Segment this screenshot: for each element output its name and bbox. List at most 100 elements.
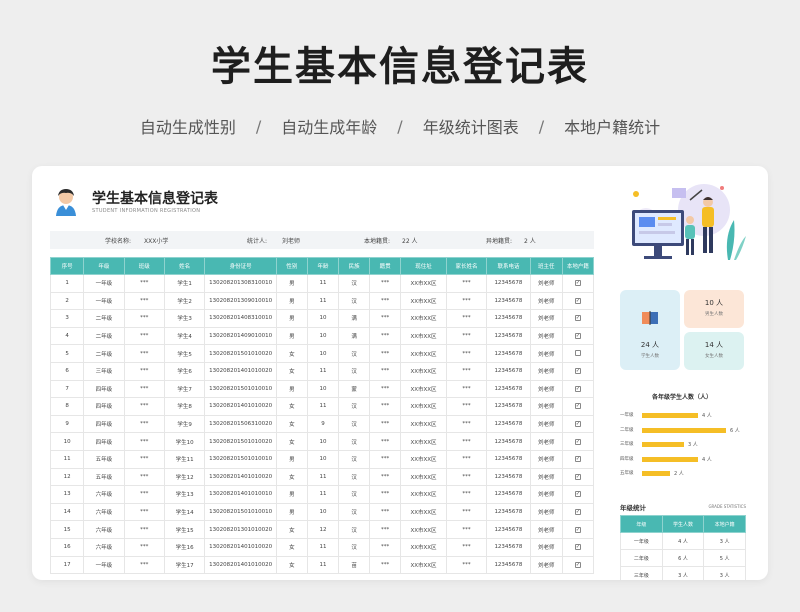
local-household-cell: ✓ bbox=[561, 379, 595, 399]
column-header: 年级 bbox=[620, 515, 663, 533]
table-cell: 10 bbox=[306, 344, 340, 363]
table-cell: 3 人 bbox=[661, 566, 705, 580]
checkbox[interactable]: ✓ bbox=[574, 438, 581, 445]
table-cell: 130208201408310010 bbox=[204, 309, 277, 328]
table-cell: 蒙 bbox=[338, 379, 371, 399]
local-household-cell: ✓ bbox=[561, 361, 595, 381]
checkbox[interactable]: ✓ bbox=[574, 509, 581, 516]
checkbox[interactable]: ✓ bbox=[574, 297, 581, 304]
feature-separator: / bbox=[255, 116, 262, 136]
checkbox[interactable]: ✓ bbox=[574, 473, 581, 480]
table-cell: *** bbox=[123, 520, 165, 539]
checkbox[interactable]: ✓ bbox=[574, 315, 581, 322]
checkbox[interactable]: ✓ bbox=[574, 456, 581, 463]
table-cell: 学生14 bbox=[163, 502, 206, 522]
table-cell: XX市XX区 bbox=[400, 361, 447, 381]
table-cell: 16 bbox=[49, 537, 85, 557]
table-cell: *** bbox=[123, 502, 165, 522]
table-cell: 汉 bbox=[338, 537, 371, 557]
table-cell: 11 bbox=[306, 291, 340, 311]
column-header: 民族 bbox=[338, 257, 371, 275]
table-cell: 汉 bbox=[338, 291, 371, 311]
checkbox[interactable]: ✓ bbox=[574, 421, 581, 428]
table-cell: 一年级 bbox=[620, 532, 663, 550]
table-cell: 刘老师 bbox=[529, 449, 563, 469]
column-header: 姓名 bbox=[163, 257, 206, 275]
checkbox[interactable]: ✓ bbox=[574, 368, 581, 375]
table-cell: XX市XX区 bbox=[400, 537, 447, 557]
table-cell: 男 bbox=[275, 274, 308, 293]
table-cell: 12345678 bbox=[486, 449, 531, 469]
table-cell: 女 bbox=[275, 467, 308, 487]
table-cell: *** bbox=[369, 502, 402, 522]
table-cell: 130208201401010020 bbox=[204, 397, 277, 416]
table-cell: XX市XX区 bbox=[400, 520, 447, 539]
table-cell: 学生8 bbox=[163, 397, 206, 416]
table-cell: 女 bbox=[275, 520, 308, 539]
table-cell: XX市XX区 bbox=[400, 502, 447, 522]
table-cell: 14 bbox=[49, 502, 85, 522]
table-cell: *** bbox=[445, 379, 488, 399]
table-cell: *** bbox=[123, 537, 165, 557]
chart-category-label: 四年级 bbox=[620, 456, 634, 462]
checkbox[interactable]: ✓ bbox=[574, 526, 581, 533]
table-cell: *** bbox=[123, 309, 165, 328]
table-cell: 汉 bbox=[338, 274, 371, 293]
table-cell: *** bbox=[445, 537, 488, 557]
table-cell: 7 bbox=[49, 379, 85, 399]
chart-bar-row: 三年级 3 人 bbox=[620, 439, 750, 451]
checkbox[interactable]: ✓ bbox=[574, 385, 581, 392]
local-household-cell bbox=[561, 344, 595, 363]
male-students-card: 10 人 男生人数 bbox=[684, 290, 744, 328]
table-cell: XX市XX区 bbox=[400, 485, 447, 504]
checkbox[interactable] bbox=[574, 349, 581, 356]
local-household-cell: ✓ bbox=[561, 520, 595, 539]
classroom-illustration bbox=[632, 184, 746, 260]
grade-stats-table: 年级 学生人数 本地户籍 一年级 4 人3 人二年级 6 人5 人三年级 3 人3 人 bbox=[620, 515, 746, 580]
chart-value-label: 2 人 bbox=[674, 471, 684, 477]
table-cell: 2 bbox=[49, 291, 85, 311]
column-header: 性别 bbox=[275, 257, 308, 275]
checkbox[interactable]: ✓ bbox=[574, 544, 581, 551]
checkbox[interactable]: ✓ bbox=[574, 561, 581, 568]
table-cell: 130208201501010020 bbox=[204, 344, 277, 363]
table-cell: XX市XX区 bbox=[400, 291, 447, 311]
table-cell: 4 bbox=[49, 326, 85, 346]
table-cell: *** bbox=[445, 309, 488, 328]
table-cell: 苗 bbox=[338, 555, 371, 575]
student-table-header: 序号 年级 班级 姓名 身份证号 性别 年龄 民族 籍贯 现住址 家长姓名 联系电话 班主任 本地户籍 bbox=[49, 257, 595, 275]
table-cell: 汉 bbox=[338, 361, 371, 381]
table-cell: 12345678 bbox=[486, 291, 531, 311]
checkbox[interactable]: ✓ bbox=[574, 280, 581, 287]
column-header: 序号 bbox=[49, 257, 85, 275]
checkbox[interactable]: ✓ bbox=[574, 403, 581, 410]
table-cell: 刘老师 bbox=[529, 485, 563, 504]
table-cell: *** bbox=[369, 309, 402, 328]
checkbox[interactable]: ✓ bbox=[574, 491, 581, 498]
female-students-card: 14 人 女生人数 bbox=[684, 332, 744, 370]
table-cell: 12345678 bbox=[486, 520, 531, 539]
table-cell: 12345678 bbox=[486, 397, 531, 416]
table-cell: 12345678 bbox=[486, 485, 531, 504]
chart-value-label: 4 人 bbox=[702, 413, 712, 419]
nonlocal-origin-label: 异地籍贯: bbox=[486, 238, 513, 245]
feature-list: 自动生成性别 / 自动生成年龄 / 年级统计图表 / 本地户籍统计 bbox=[0, 114, 800, 138]
table-cell: *** bbox=[445, 414, 488, 434]
table-cell: 130208201401010020 bbox=[204, 361, 277, 381]
local-household-cell: ✓ bbox=[561, 274, 595, 293]
table-cell: *** bbox=[445, 520, 488, 539]
table-cell: *** bbox=[445, 344, 488, 363]
table-cell: 一年级 bbox=[83, 274, 125, 293]
table-cell: 11 bbox=[306, 485, 340, 504]
table-cell: 学生6 bbox=[163, 361, 206, 381]
table-cell: 130208201409010010 bbox=[204, 326, 277, 346]
local-household-cell: ✓ bbox=[561, 449, 595, 469]
table-row: 3 二年级 *** 学生3 130208201408310010 男 10 满 *** XX市XX… bbox=[49, 309, 595, 328]
table-cell: 汉 bbox=[338, 449, 371, 469]
checkbox[interactable]: ✓ bbox=[574, 333, 581, 340]
table-cell: *** bbox=[369, 520, 402, 539]
table-cell: 刘老师 bbox=[529, 520, 563, 539]
local-household-cell: ✓ bbox=[561, 555, 595, 575]
table-cell: 六年级 bbox=[83, 485, 125, 504]
table-cell: 女 bbox=[275, 537, 308, 557]
